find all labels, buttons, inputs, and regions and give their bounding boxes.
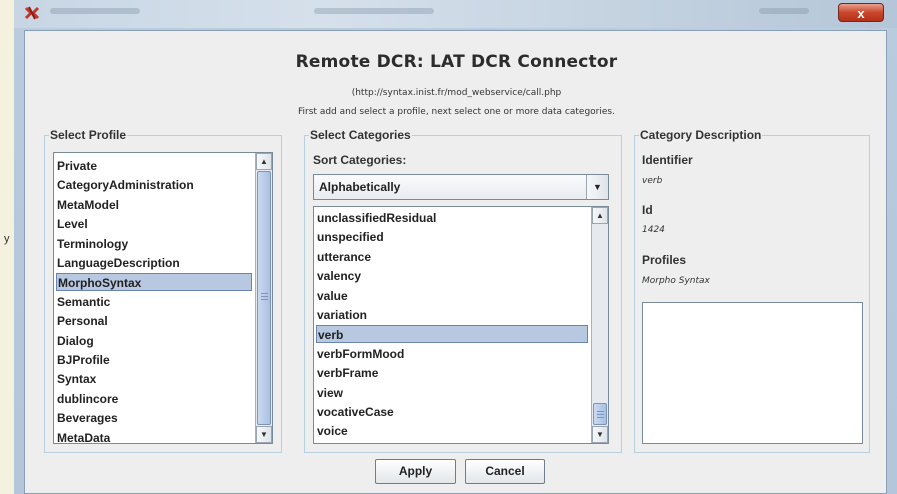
scroll-up-button[interactable]: ▲ [592, 207, 608, 224]
categories-panel: Select Categories Sort Categories: Alpha… [304, 128, 622, 453]
list-item[interactable]: dublincore [56, 390, 252, 408]
list-item[interactable]: MetaData [56, 429, 252, 443]
blurred-title-text [314, 8, 434, 14]
list-item[interactable]: LanguageDescription [56, 254, 252, 272]
chevron-down-icon[interactable]: ▼ [586, 175, 608, 199]
list-item[interactable]: verb [316, 325, 588, 344]
list-item[interactable]: Dialog [56, 332, 252, 350]
profile-list[interactable]: Private CategoryAdministration MetaModel Le… [53, 152, 273, 444]
background-fragment: y [4, 233, 10, 245]
list-item[interactable]: BJProfile [56, 351, 252, 369]
dialog-window: x Remote DCR: LAT DCR Connector (http://… [14, 0, 897, 494]
description-panel-title: Category Description [639, 128, 763, 142]
list-item[interactable]: Syntax [56, 370, 252, 388]
list-item[interactable]: MorphoSyntax [56, 273, 252, 292]
description-panel: Category Description Identifier verb Id … [634, 128, 870, 453]
description-textarea[interactable] [642, 302, 863, 444]
profiles-value: Morpho Syntax [642, 276, 710, 286]
list-item[interactable]: vocativeCase [316, 403, 588, 421]
list-item[interactable]: valency [316, 267, 588, 285]
sort-dropdown[interactable]: Alphabetically ▼ [313, 174, 609, 200]
background-strip: y [0, 0, 14, 494]
scroll-down-button[interactable]: ▼ [256, 426, 272, 443]
list-item[interactable]: CategoryAdministration [56, 176, 252, 194]
id-value: 1424 [642, 225, 665, 235]
categories-list[interactable]: unclassifiedResidual unspecified utterance… [313, 206, 609, 444]
list-item[interactable]: unclassifiedResidual [316, 209, 588, 227]
instruction-text: First add and select a profile, next sel… [298, 107, 615, 117]
close-icon: x [857, 6, 865, 21]
profile-panel-title: Select Profile [49, 128, 128, 142]
sort-dropdown-value: Alphabetically [319, 180, 401, 194]
profile-panel: Select Profile Private CategoryAdministra… [44, 128, 282, 453]
list-item[interactable]: Private [56, 157, 252, 175]
arrow-down-icon: ▼ [596, 430, 604, 439]
apply-button[interactable]: Apply [375, 459, 456, 484]
list-item[interactable]: view [316, 384, 588, 402]
app-icon [24, 6, 40, 20]
dialog-content: Remote DCR: LAT DCR Connector (http://sy… [24, 30, 887, 494]
list-item[interactable]: variation [316, 306, 588, 324]
id-label: Id [642, 203, 653, 217]
arrow-down-icon: ▼ [260, 430, 268, 439]
close-button[interactable]: x [838, 3, 884, 22]
list-item[interactable]: utterance [316, 248, 588, 266]
list-item[interactable]: Level [56, 215, 252, 233]
profile-list-scrollbar[interactable]: ▲ ▼ [255, 153, 272, 443]
blurred-title-text [759, 8, 809, 14]
scroll-down-button[interactable]: ▼ [592, 426, 608, 443]
service-url: (http://syntax.inist.fr/mod_webservice/c… [351, 88, 562, 98]
profiles-label: Profiles [642, 253, 687, 267]
categories-list-scrollbar[interactable]: ▲ ▼ [591, 207, 608, 443]
arrow-up-icon: ▲ [260, 157, 268, 166]
sort-label: Sort Categories: [313, 153, 407, 167]
scroll-up-button[interactable]: ▲ [256, 153, 272, 170]
arrow-up-icon: ▲ [596, 211, 604, 220]
scrollbar-thumb[interactable] [257, 171, 271, 425]
list-item[interactable]: verbFrame [316, 364, 588, 382]
scrollbar-thumb[interactable] [593, 403, 607, 425]
identifier-label: Identifier [642, 153, 693, 167]
blurred-title-text [50, 8, 140, 14]
list-item[interactable]: MetaModel [56, 196, 252, 214]
cancel-button[interactable]: Cancel [465, 459, 545, 484]
list-item[interactable]: Personal [56, 312, 252, 330]
list-item[interactable]: verbFormMood [316, 345, 588, 363]
page-title: Remote DCR: LAT DCR Connector [295, 52, 618, 72]
title-bar[interactable]: x [14, 0, 897, 28]
list-item[interactable]: Terminology [56, 235, 252, 253]
list-item[interactable]: value [316, 287, 588, 305]
categories-panel-title: Select Categories [309, 128, 412, 142]
list-item[interactable]: unspecified [316, 228, 588, 246]
identifier-value: verb [642, 176, 663, 186]
list-item[interactable]: voice [316, 422, 588, 440]
list-item[interactable]: Semantic [56, 293, 252, 311]
list-item[interactable]: Beverages [56, 409, 252, 427]
